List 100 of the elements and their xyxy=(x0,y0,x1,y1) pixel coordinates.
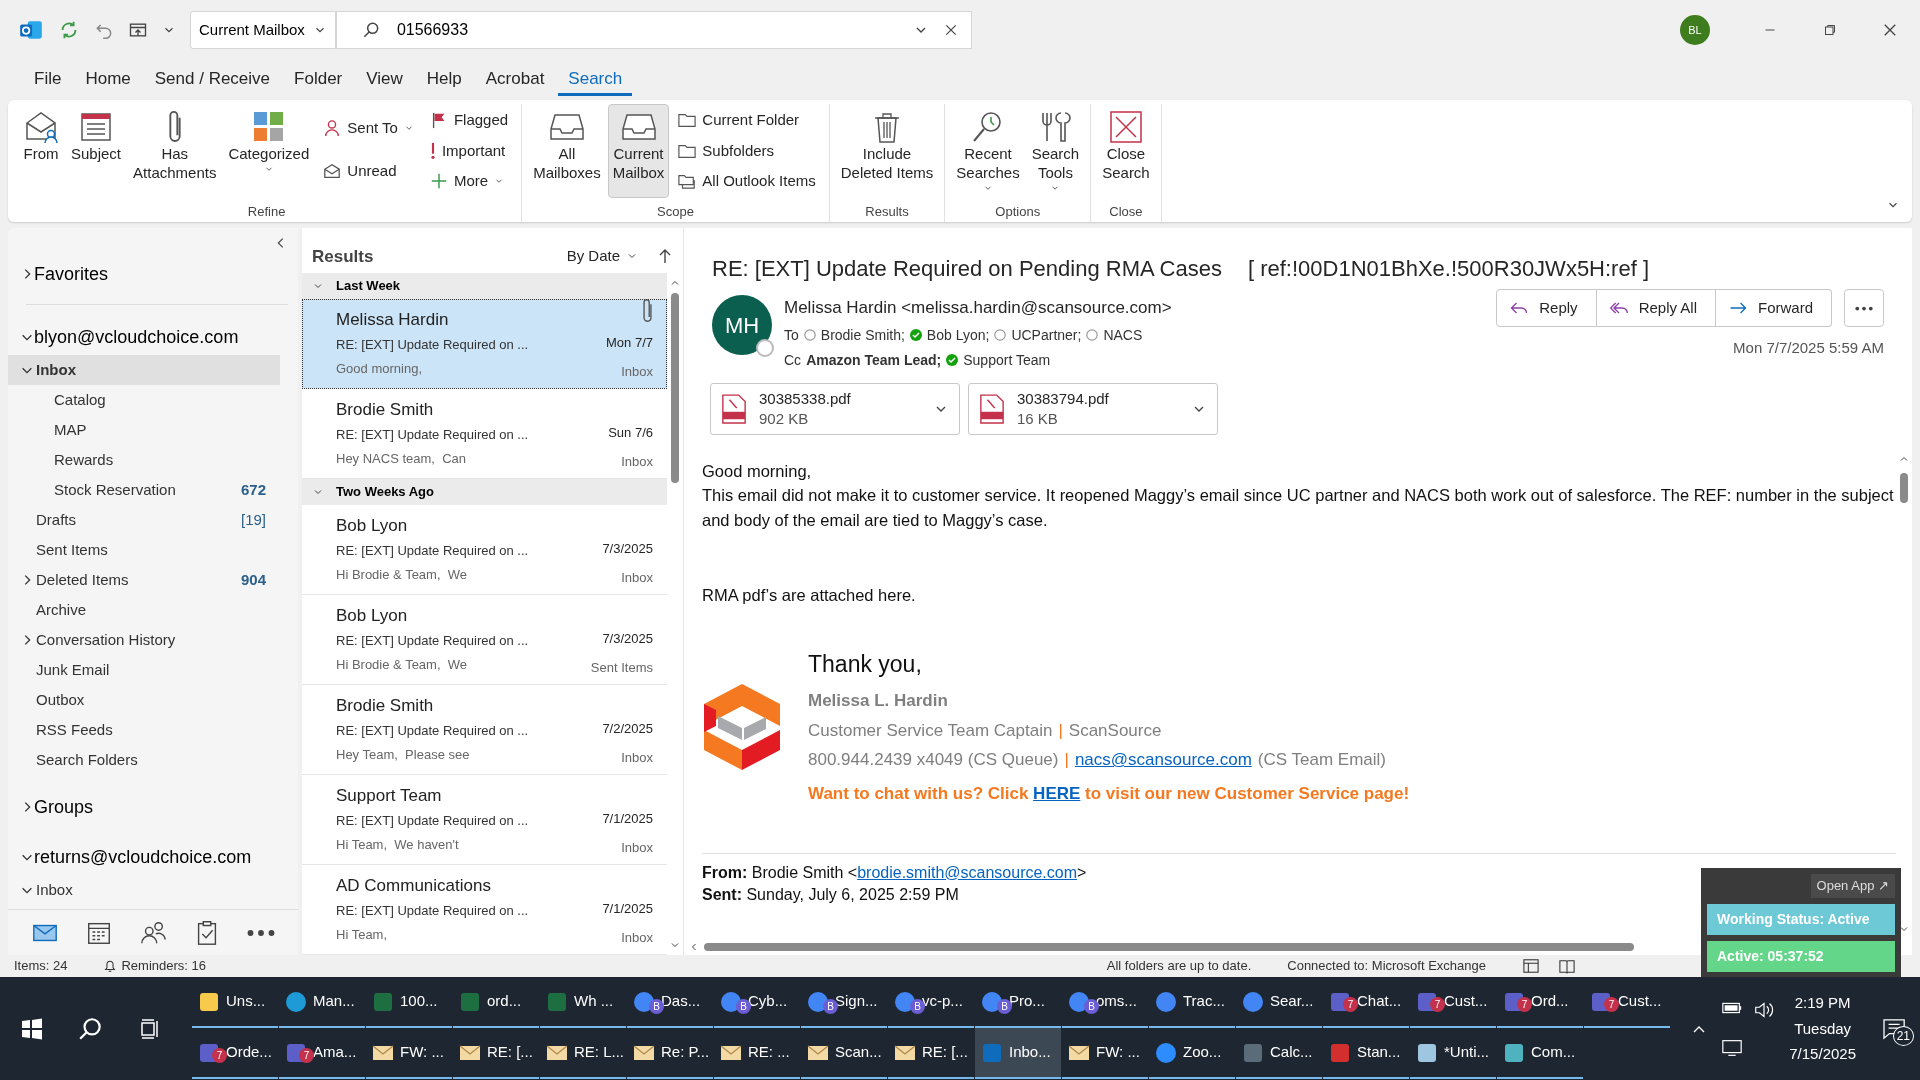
ribbon-button[interactable]: Unread xyxy=(316,156,421,185)
folder-item[interactable]: RSS Feeds xyxy=(8,715,280,745)
taskbar-app[interactable]: Trac... xyxy=(1149,977,1235,1028)
action-button[interactable]: Reply All xyxy=(1596,289,1716,327)
taskbar-app[interactable]: Uns... xyxy=(192,977,278,1028)
recipient-name[interactable]: Bob Lyon; xyxy=(926,324,990,346)
menu-tab[interactable]: Help xyxy=(416,62,472,96)
ribbon-button[interactable]: All Outlook Items xyxy=(671,167,823,196)
sort-direction-icon[interactable] xyxy=(657,247,673,266)
taskbar-app[interactable]: RE: [... xyxy=(888,1028,974,1079)
recipient-name[interactable]: Amazon Team Lead; xyxy=(806,349,942,371)
avatar[interactable]: BL xyxy=(1680,15,1710,45)
taskbar-app[interactable]: RE: [... xyxy=(453,1028,539,1079)
menu-tab[interactable]: Search xyxy=(558,62,633,96)
ribbon-button[interactable]: Has Attachments xyxy=(128,104,222,198)
taskbar-app[interactable]: 7 Ord... xyxy=(1497,977,1583,1028)
folder-item[interactable]: Sent Items xyxy=(8,535,280,565)
taskbar-app[interactable]: Com... xyxy=(1497,1028,1583,1079)
menu-tab[interactable]: Folder xyxy=(284,62,353,96)
folder-item[interactable]: Stock Reservation 672 xyxy=(8,475,280,505)
menu-tab[interactable]: File xyxy=(24,62,72,96)
taskbar-app[interactable]: 7 Ama... xyxy=(279,1028,365,1079)
ribbon-button[interactable]: Subject xyxy=(66,104,127,198)
ribbon-button[interactable]: All Mailboxes xyxy=(528,104,606,198)
clock-time[interactable]: 2:19 PM xyxy=(1794,990,1851,1016)
reading-view-icon[interactable] xyxy=(1558,958,1576,974)
folder-item[interactable]: Search Folders xyxy=(8,745,280,775)
menu-tab[interactable]: View xyxy=(356,62,413,96)
folder-item[interactable]: Deleted Items 904 xyxy=(8,565,280,595)
folder-item[interactable]: Archive xyxy=(8,595,280,625)
taskbar-app[interactable]: Re: P... xyxy=(627,1028,713,1079)
volume-icon[interactable] xyxy=(1753,999,1776,1020)
ribbon-button[interactable]: Flagged xyxy=(422,106,516,135)
ribbon-button[interactable]: From xyxy=(18,104,64,198)
open-app-button[interactable]: Open App ↗ xyxy=(1810,874,1895,898)
ribbon-button[interactable]: Close Search xyxy=(1097,104,1155,198)
folder-item[interactable]: Junk Email xyxy=(8,655,280,685)
notifications-icon[interactable] xyxy=(1882,1017,1908,1040)
ribbon-button[interactable]: Include Deleted Items xyxy=(835,104,939,198)
folder-item[interactable]: Catalog xyxy=(8,385,280,415)
message-item[interactable]: Brodie Smith RE: [EXT] Update Required on ... Hey Team, Please see 7/2/2025 Inbox xyxy=(302,684,667,775)
ribbon-button[interactable]: Current Mailbox xyxy=(607,104,670,198)
ribbon-button[interactable]: Categorized xyxy=(223,104,315,198)
sort-dropdown[interactable]: By Date xyxy=(559,242,645,271)
taskbar-app[interactable]: 7 Orde... xyxy=(192,1028,278,1079)
folder-section[interactable]: blyon@vcloudchoice.com xyxy=(8,319,298,355)
email-link[interactable]: brodie.smith@scansource.com xyxy=(857,863,1078,881)
attachment-card[interactable]: 30385338.pdf 902 KB xyxy=(710,382,960,435)
taskbar-app[interactable]: Wh ... xyxy=(540,977,626,1028)
folder-item[interactable]: Rewards xyxy=(8,445,280,475)
ribbon-button[interactable]: More xyxy=(422,167,516,196)
taskbar-app[interactable]: Man... xyxy=(279,977,365,1028)
taskbar-app[interactable]: Scan... xyxy=(801,1028,887,1079)
taskbar-app[interactable]: *Unti... xyxy=(1410,1028,1496,1079)
clock-day[interactable]: Tuesday xyxy=(1794,1015,1852,1042)
folder-item[interactable]: Conversation History xyxy=(8,625,280,655)
folder-item[interactable]: Outbox xyxy=(8,685,280,715)
folder-item[interactable]: Inbox xyxy=(8,355,280,385)
windows-start-icon[interactable] xyxy=(20,1016,44,1041)
search-box[interactable]: 01566933 xyxy=(335,11,972,49)
folder-item[interactable]: MAP xyxy=(8,415,280,445)
reminders-count[interactable]: Reminders: 16 xyxy=(121,956,206,976)
taskbar-app[interactable]: 100... xyxy=(366,977,452,1028)
ribbon-button[interactable]: Current Folder xyxy=(671,106,823,135)
scrollbar-thumb[interactable] xyxy=(704,943,1634,951)
recipient-name[interactable]: UCPartner; xyxy=(1011,324,1082,346)
folder-item[interactable]: Drafts [19] xyxy=(8,505,280,535)
message-item[interactable]: Melissa Hardin RE: [EXT] Update Required on ... Good morning, Mon 7/7 Inbox xyxy=(302,298,667,389)
taskbar-app[interactable]: Stan... xyxy=(1323,1028,1409,1079)
ribbon-button[interactable]: Sent To xyxy=(316,114,421,143)
search-icon[interactable] xyxy=(78,1015,104,1042)
message-item[interactable]: AD Communications RE: [EXT] Update Required on ... Hi Team, 7/1/2025 Inbox xyxy=(302,864,667,955)
ribbon-button[interactable]: Search Tools xyxy=(1026,104,1085,198)
menu-tab[interactable]: Home xyxy=(75,62,141,96)
folder-section[interactable]: Groups xyxy=(8,789,298,825)
action-button[interactable]: Reply xyxy=(1496,289,1597,327)
here-link[interactable]: HERE xyxy=(1033,784,1081,803)
attachment-card[interactable]: 30383794.pdf 16 KB xyxy=(968,382,1218,435)
taskbar-app[interactable]: Inbo... xyxy=(975,1028,1061,1079)
email-link[interactable]: nacs@scansource.com xyxy=(1074,745,1252,775)
scope-dropdown[interactable]: Current Mailbox xyxy=(190,11,336,49)
recipient-name[interactable]: NACS xyxy=(1103,324,1143,346)
taskbar-app[interactable]: Zoo... xyxy=(1149,1028,1235,1079)
message-item[interactable]: Support Team RE: [EXT] Update Required on ... Hi Team, We haven't 7/1/2025 Inbox xyxy=(302,774,667,865)
ribbon-button[interactable]: Important xyxy=(422,136,516,165)
taskbar-app[interactable]: FW: ... xyxy=(366,1028,452,1079)
taskbar-app[interactable]: Sear... xyxy=(1236,977,1322,1028)
menu-tab[interactable]: Acrobat xyxy=(475,62,555,96)
scrollbar-thumb[interactable] xyxy=(1900,472,1908,503)
scrollbar-thumb[interactable] xyxy=(671,292,679,483)
recipient-name[interactable]: Brodie Smith; xyxy=(820,324,905,346)
action-button[interactable]: Forward xyxy=(1716,289,1832,327)
ribbon-button[interactable]: Recent Searches xyxy=(951,104,1025,198)
group-header[interactable]: Last Week xyxy=(302,272,667,299)
normal-view-icon[interactable] xyxy=(1522,958,1540,974)
taskbar-app[interactable]: ord... xyxy=(453,977,539,1028)
folder-item[interactable]: Inbox xyxy=(8,875,280,905)
taskbar-app[interactable]: 7 Cust... xyxy=(1584,977,1670,1028)
folder-section[interactable]: returns@vcloudchoice.com xyxy=(8,839,298,875)
taskbar-app[interactable]: 7 Chat... xyxy=(1323,977,1409,1028)
